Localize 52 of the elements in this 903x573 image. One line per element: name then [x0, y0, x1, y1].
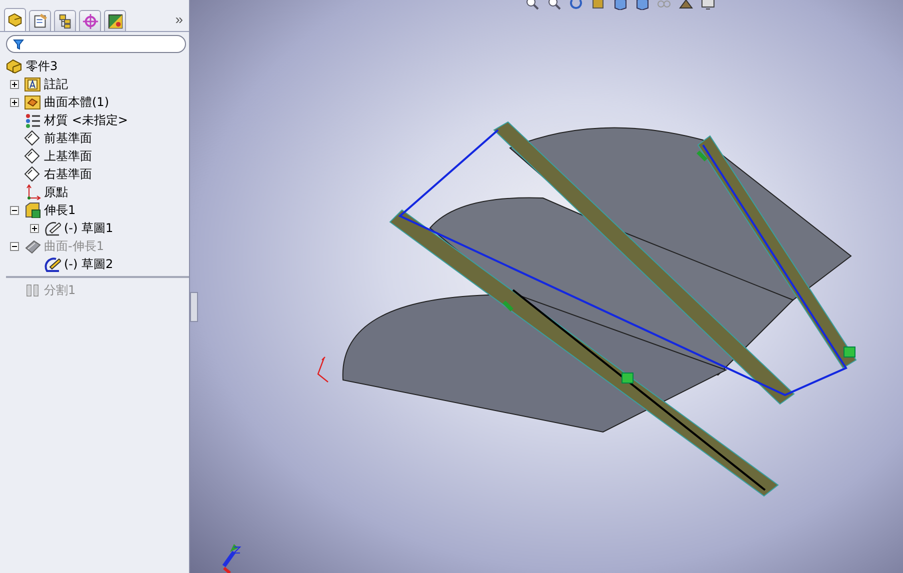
monitor-icon[interactable] — [701, 0, 715, 10]
crosshair-icon — [82, 12, 98, 30]
configuration-icon — [56, 12, 74, 30]
extrude-icon — [24, 202, 41, 218]
panel-tab[interactable] — [54, 10, 76, 31]
origin-icon — [317, 356, 329, 383]
tree-item[interactable]: 原點 — [44, 184, 68, 200]
sketch-icon — [44, 256, 61, 272]
tree-item[interactable]: (-) 草圖1 — [64, 220, 114, 236]
part-icon — [6, 58, 23, 74]
model-drawing[interactable] — [342, 121, 857, 497]
tree-item[interactable]: 上基準面 — [44, 148, 92, 164]
expand-toggle[interactable] — [10, 98, 19, 106]
tree-item[interactable]: 材質 <未指定> — [44, 112, 128, 128]
tree-icon — [6, 12, 24, 28]
tree-item[interactable]: 伸長1 — [44, 202, 76, 218]
folder-icon — [24, 94, 41, 110]
cube-icon[interactable] — [635, 0, 649, 10]
origin-icon — [24, 184, 41, 200]
collapse-toggle[interactable] — [10, 242, 19, 250]
zoom-icon[interactable] — [525, 0, 539, 10]
plane-icon — [24, 130, 41, 146]
split-icon — [24, 282, 41, 298]
panel-tab[interactable] — [4, 8, 26, 31]
panel-tab[interactable] — [29, 10, 51, 31]
tree-item[interactable]: (-) 草圖2 — [64, 256, 114, 272]
plane-icon — [24, 166, 41, 182]
cube-icon[interactable] — [613, 0, 627, 10]
filter-field[interactable] — [6, 35, 186, 53]
tree-item[interactable]: 右基準面 — [44, 166, 92, 182]
tree-item[interactable]: 註記 — [44, 76, 68, 92]
tree-item[interactable]: 曲面本體(1) — [44, 94, 109, 110]
expand-toggle[interactable] — [10, 80, 19, 88]
funnel-icon — [13, 38, 24, 50]
rotate-icon[interactable] — [569, 0, 583, 10]
expand-toggle[interactable] — [30, 224, 39, 232]
panel-tab[interactable] — [104, 10, 126, 31]
tree-item[interactable]: 前基準面 — [44, 130, 92, 146]
property-icon — [32, 12, 48, 30]
sketch-icon — [44, 220, 61, 236]
expand-button[interactable]: » — [175, 11, 183, 27]
collapse-toggle[interactable] — [10, 206, 19, 214]
surface-icon — [24, 238, 41, 254]
display-icon — [106, 12, 124, 30]
plane-icon — [24, 148, 41, 164]
splitter-handle[interactable] — [190, 292, 198, 322]
tree-item[interactable]: 零件3 — [26, 58, 58, 74]
model-viewport[interactable] — [190, 0, 903, 573]
axis-triad-icon — [222, 544, 242, 573]
folder-icon — [24, 76, 41, 92]
material-icon — [24, 112, 41, 128]
zoom-icon[interactable] — [547, 0, 561, 10]
